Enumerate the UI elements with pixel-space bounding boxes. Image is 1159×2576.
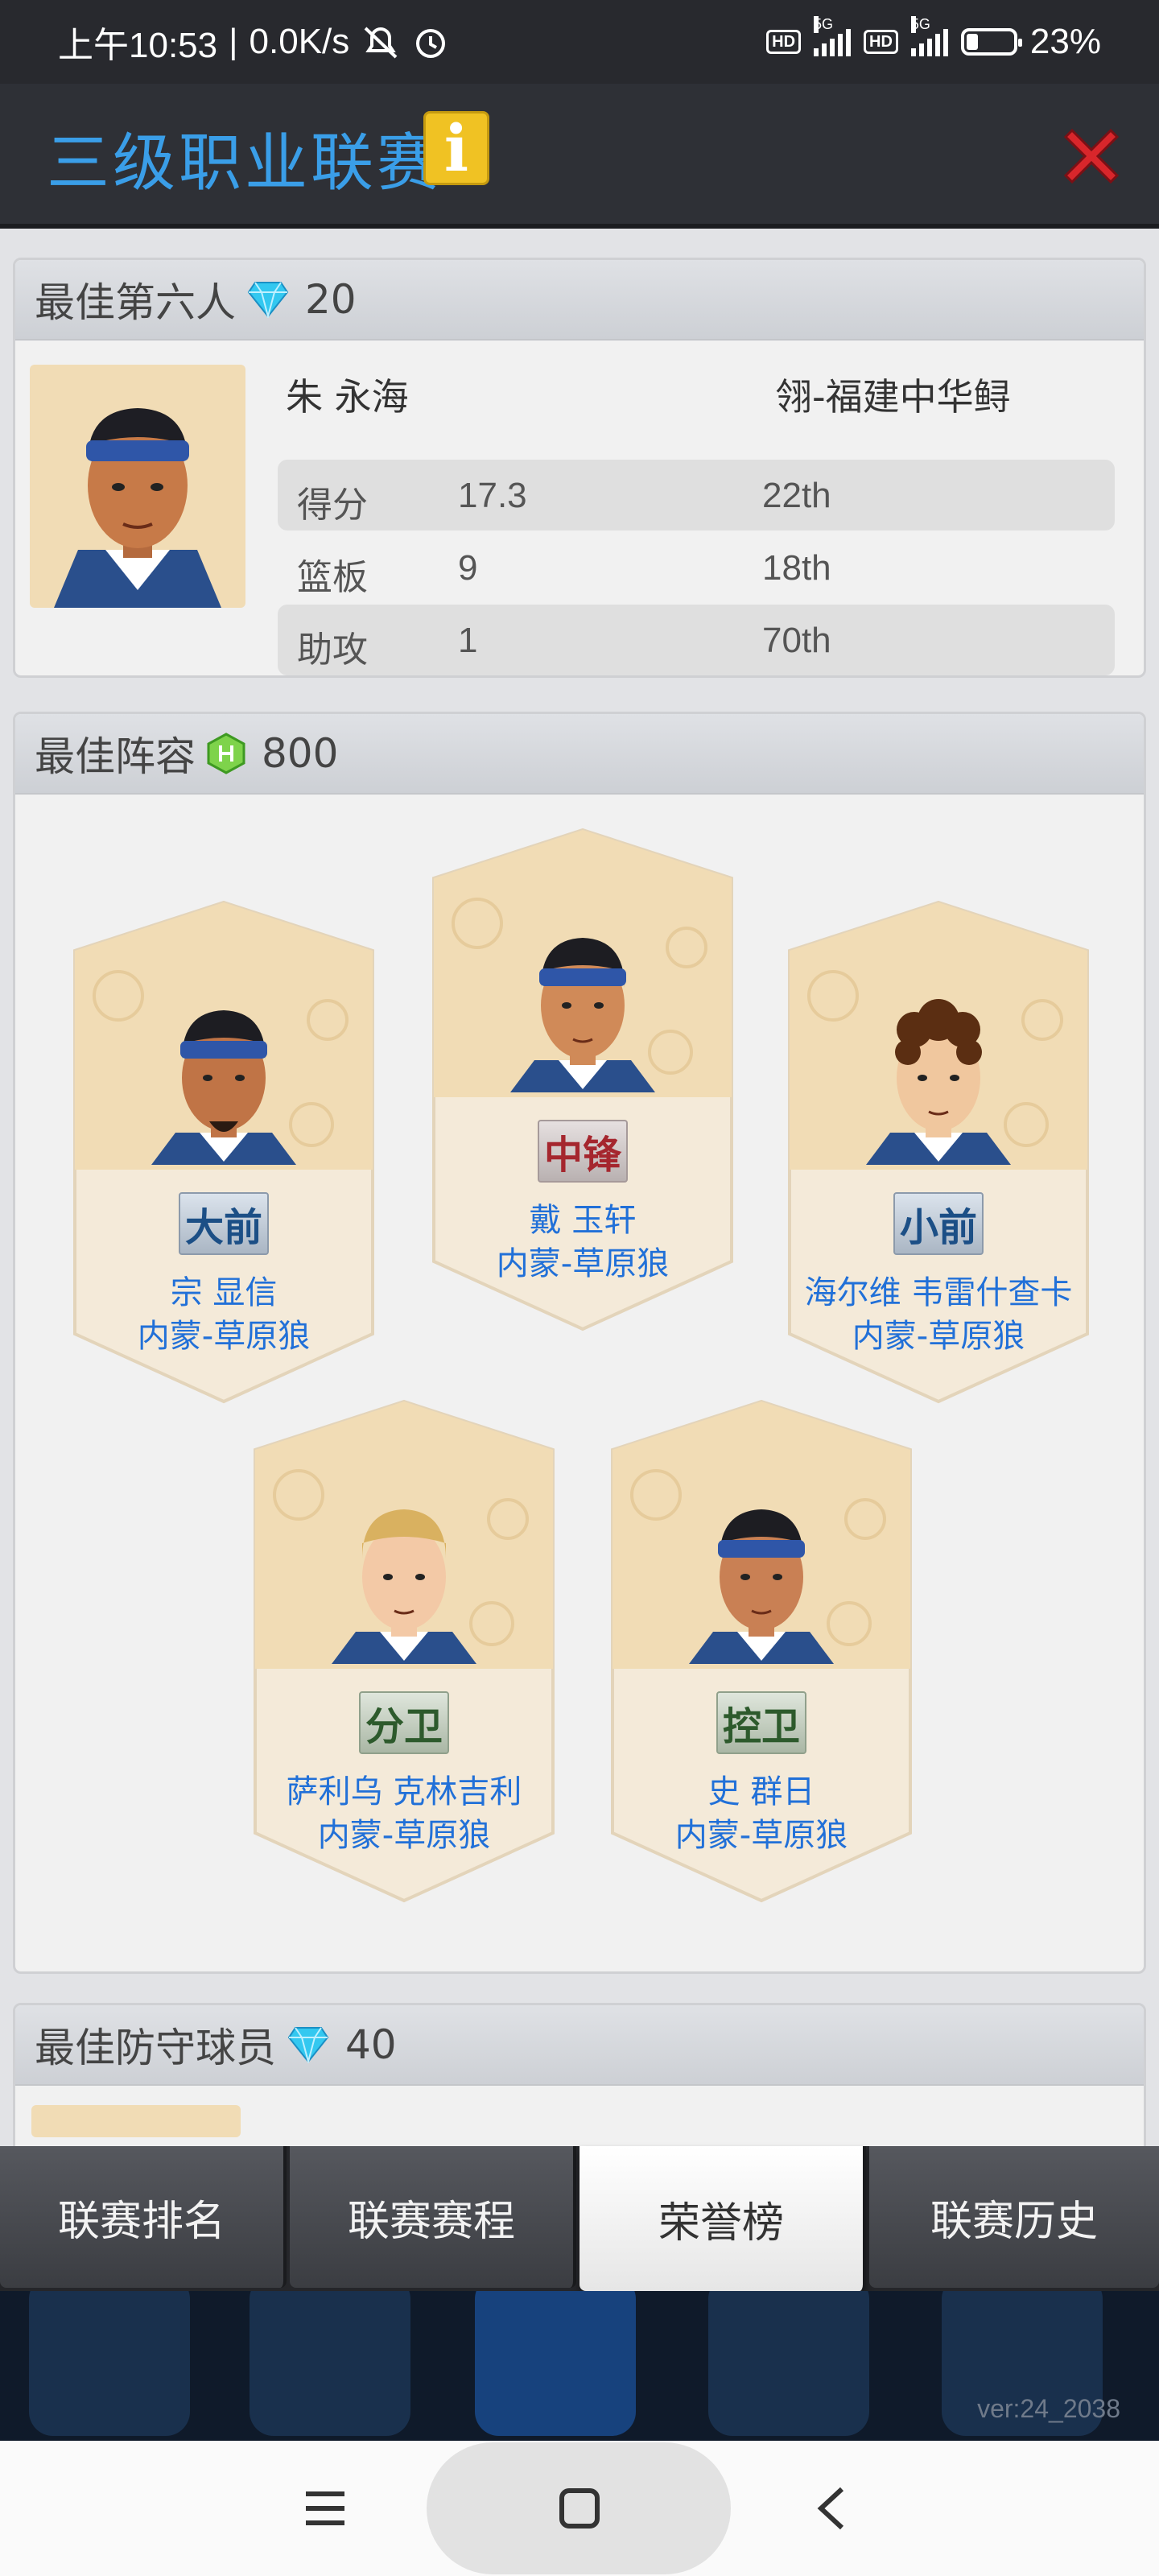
team-name: 内蒙-草原狼 bbox=[137, 1318, 311, 1355]
team-name: 翎-福建中华鲟 bbox=[775, 375, 1011, 419]
position-badge: 控卫 bbox=[716, 1691, 807, 1754]
player-name[interactable]: 海尔维 韦雷什查卡 bbox=[785, 1266, 1092, 1313]
network-speed: 0.0K/s bbox=[249, 22, 350, 61]
team-name: 内蒙-草原狼 bbox=[496, 1245, 670, 1282]
tab-honor-roll[interactable]: 荣誉榜 bbox=[580, 2146, 866, 2291]
panel-header: 最佳阵容 800 bbox=[15, 714, 1144, 795]
defender-portrait bbox=[31, 2105, 241, 2137]
system-nav-bar bbox=[0, 2441, 1159, 2576]
stat-label: 篮板 bbox=[297, 557, 368, 598]
player-avatar bbox=[332, 1509, 476, 1664]
stat-value: 1 bbox=[458, 621, 478, 660]
player-avatar bbox=[151, 1010, 296, 1165]
home-icon[interactable] bbox=[557, 2486, 602, 2531]
bottom-tab-bar: 联赛排名 联赛赛程 荣誉榜 联赛历史 bbox=[0, 2146, 1159, 2291]
tab-league-schedule[interactable]: 联赛赛程 bbox=[290, 2146, 576, 2288]
player-name[interactable]: 萨利乌 克林吉利 bbox=[250, 1765, 558, 1812]
position-badge: 大前 bbox=[178, 1192, 270, 1255]
player-avatar bbox=[689, 1509, 834, 1664]
battery-icon bbox=[960, 28, 1022, 56]
signal-icon-2: 5G bbox=[910, 16, 948, 56]
panel-title: 最佳阵容 bbox=[35, 733, 196, 780]
panel-header: 最佳防守球员 40 bbox=[15, 2005, 1144, 2086]
back-icon[interactable] bbox=[813, 2484, 848, 2533]
position-badge: 中锋 bbox=[537, 1120, 629, 1183]
stat-row: 得分 17.3 22th bbox=[278, 460, 1115, 530]
position-badge: 分卫 bbox=[358, 1691, 450, 1754]
player-name[interactable]: 宗 显信 bbox=[70, 1266, 377, 1313]
tab-league-ranking[interactable]: 联赛排名 bbox=[0, 2146, 287, 2288]
lineup-card[interactable]: 小前 海尔维 韦雷什查卡 内蒙-草原狼 bbox=[785, 899, 1092, 1405]
version-label: ver:24_2038 bbox=[977, 2394, 1120, 2423]
lineup-card[interactable]: 分卫 萨利乌 克林吉利 内蒙-草原狼 bbox=[250, 1398, 558, 1904]
stat-label: 助攻 bbox=[297, 630, 368, 671]
lineup-card[interactable]: 大前 宗 显信 内蒙-草原狼 bbox=[70, 899, 377, 1405]
panel-title: 最佳第六人 bbox=[35, 279, 236, 326]
best-lineup-panel: 最佳阵容 800 大前 宗 显信 内蒙-草原狼 中锋 戴 玉轩 内蒙-草原狼 小… bbox=[13, 712, 1146, 1974]
stat-rank: 18th bbox=[762, 548, 831, 588]
stat-value: 9 bbox=[458, 548, 478, 588]
position-badge: 小前 bbox=[893, 1192, 984, 1255]
close-icon[interactable] bbox=[1058, 122, 1125, 190]
player-avatar bbox=[866, 999, 1011, 1165]
sixth-man-panel: 最佳第六人 20 朱 永海 翎-福建中华鲟 得分 17.3 22th 篮板 9 … bbox=[13, 258, 1146, 678]
player-portrait[interactable] bbox=[30, 365, 245, 608]
status-bar: 上午10:53 | 0.0K/s HD 5G HD 5G 23% bbox=[0, 0, 1159, 84]
info-button[interactable]: i bbox=[423, 110, 489, 186]
honor-content[interactable]: 最佳第六人 20 朱 永海 翎-福建中华鲟 得分 17.3 22th 篮板 9 … bbox=[0, 229, 1159, 2146]
lineup-card[interactable]: 控卫 史 群日 内蒙-草原狼 bbox=[608, 1398, 915, 1904]
game-menu-bar: ver:24_2038 bbox=[0, 2291, 1159, 2441]
stat-row: 篮板 9 18th bbox=[278, 532, 1115, 603]
menu-icon-blurred bbox=[250, 2291, 410, 2436]
lineup-card[interactable]: 中锋 戴 玉轩 内蒙-草原狼 bbox=[429, 827, 736, 1332]
player-avatar bbox=[510, 938, 655, 1092]
menu-icon-blurred bbox=[475, 2291, 636, 2436]
team-name: 内蒙-草原狼 bbox=[317, 1817, 491, 1854]
reward-value: 20 bbox=[305, 276, 357, 323]
app-header: 三级职业联赛 i bbox=[0, 84, 1159, 229]
panel-header: 最佳第六人 20 bbox=[15, 260, 1144, 341]
diamond-icon bbox=[247, 282, 289, 318]
team-name: 内蒙-草原狼 bbox=[852, 1318, 1025, 1355]
tab-league-history[interactable]: 联赛历史 bbox=[869, 2146, 1159, 2288]
diamond-icon bbox=[287, 2027, 329, 2063]
player-avatar bbox=[54, 408, 221, 608]
menu-icon-blurred bbox=[708, 2291, 869, 2436]
menu-icon[interactable] bbox=[303, 2487, 348, 2529]
team-name: 内蒙-草原狼 bbox=[674, 1817, 848, 1854]
stat-value: 17.3 bbox=[458, 476, 527, 515]
stat-row: 助攻 1 70th bbox=[278, 605, 1115, 675]
player-name[interactable]: 朱 永海 bbox=[286, 368, 409, 421]
signal-icon: 5G bbox=[814, 16, 852, 56]
hd-icon-2: HD bbox=[864, 30, 898, 54]
alarm-icon bbox=[416, 29, 446, 58]
mute-icon bbox=[364, 27, 398, 59]
player-name[interactable]: 戴 玉轩 bbox=[429, 1194, 736, 1241]
best-defender-panel: 最佳防守球员 40 bbox=[13, 2003, 1146, 2146]
stat-rank: 70th bbox=[762, 621, 831, 660]
menu-icon-blurred bbox=[29, 2291, 190, 2436]
hd-icon: HD bbox=[766, 30, 802, 54]
reward-value: 800 bbox=[262, 730, 339, 777]
stat-label: 得分 bbox=[297, 485, 368, 526]
reward-value: 40 bbox=[345, 2021, 397, 2068]
stat-rank: 22th bbox=[762, 476, 831, 515]
battery-percent: 23% bbox=[1029, 22, 1101, 61]
panel-title: 最佳防守球员 bbox=[35, 2025, 276, 2071]
hex-coin-icon bbox=[207, 733, 245, 774]
page-title: 三级职业联赛 bbox=[47, 127, 443, 200]
info-icon: i bbox=[443, 110, 469, 186]
player-name[interactable]: 史 群日 bbox=[608, 1765, 915, 1812]
clock: 上午10:53 bbox=[58, 26, 218, 65]
